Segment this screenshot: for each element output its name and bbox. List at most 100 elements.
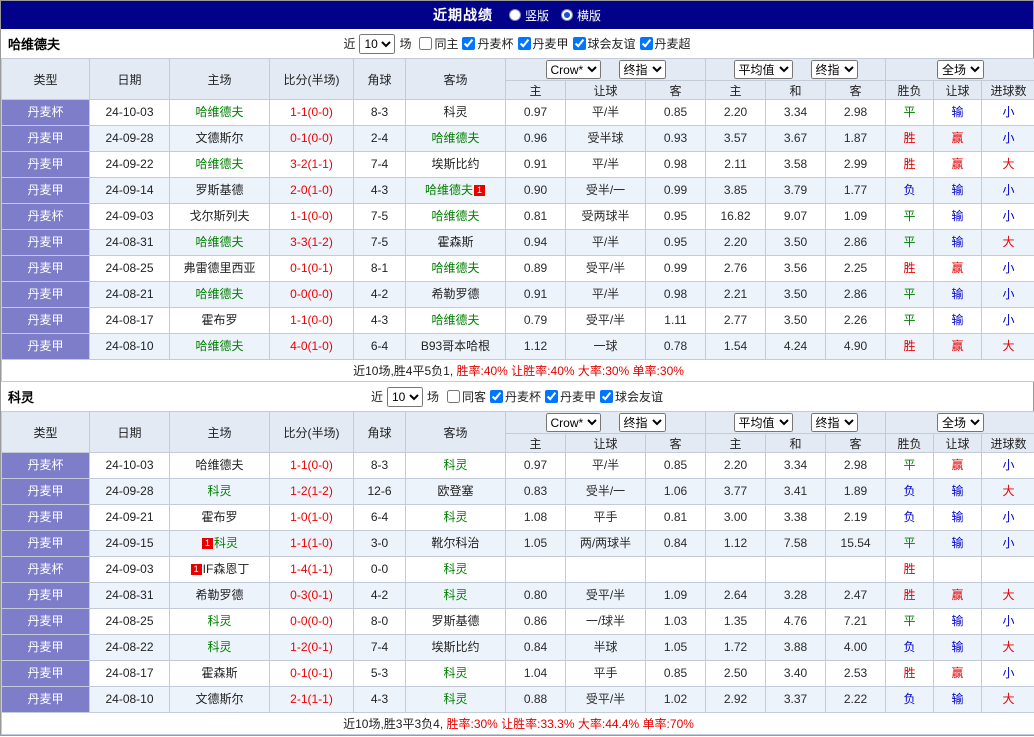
filter-checkbox-input[interactable] [572, 36, 586, 50]
away-team-cell: 靴尔科治 [405, 530, 506, 557]
avg-home-odds-cell: 1.12 [705, 530, 767, 557]
asian-away-odds-cell: 0.84 [644, 530, 707, 557]
filter-checkbox[interactable]: 丹麦杯 [462, 35, 514, 52]
avg-home-odds-cell: 2.11 [705, 151, 767, 178]
match-count-select[interactable]: 10 [386, 386, 423, 407]
team-link: 科灵 [443, 458, 468, 472]
view-option-vertical[interactable]: 竖版 [508, 7, 549, 24]
match-type-cell: 丹麦甲 [1, 151, 90, 178]
corner-cell: 4-3 [353, 307, 406, 334]
filter-checkbox-input[interactable] [545, 389, 559, 403]
subcol-avg-away: 客 [825, 80, 887, 100]
match-count-select[interactable]: 10 [359, 33, 396, 54]
date-cell: 24-08-17 [89, 307, 170, 334]
asian-away-odds-cell: 0.98 [644, 281, 707, 308]
filter-checkbox[interactable]: 丹麦超 [639, 35, 691, 52]
handicap-result-cell: 赢 [933, 151, 983, 178]
asian-stage-select[interactable]: 终指 [618, 60, 666, 79]
avg-draw-odds-cell: 4.76 [765, 608, 827, 635]
filter-checkbox[interactable]: 丹麦杯 [490, 388, 541, 405]
average-select[interactable]: 平均值 [733, 413, 793, 432]
result-cell: 负 [885, 634, 935, 661]
filter-checkbox[interactable]: 球会友谊 [572, 35, 636, 52]
avg-draw-odds-cell: 3.40 [765, 660, 827, 687]
away-team-cell: 霍森斯 [405, 229, 506, 256]
team-link: 科灵 [207, 614, 232, 628]
asian-away-odds-cell: 0.99 [644, 177, 707, 204]
filter-checkbox-input[interactable] [446, 389, 460, 403]
filter-checkbox[interactable]: 丹麦甲 [517, 35, 569, 52]
euro-stage-select[interactable]: 终指 [810, 413, 858, 432]
filter-checkbox-input[interactable] [600, 389, 614, 403]
asian-away-odds-cell: 1.03 [644, 608, 707, 635]
filter-checkbox[interactable]: 同客 [446, 388, 486, 405]
view-option-label: 竖版 [524, 8, 549, 23]
home-team-cell: 罗斯基德 [169, 177, 270, 204]
result-cell: 平 [885, 530, 935, 557]
average-select[interactable]: 平均值 [733, 60, 793, 79]
results-table: 类型 日期 主场 比分(半场) 角球 客场 Crow*终指 平均值终指 全场 [0, 58, 1034, 382]
score-cell: 1-1(0-0) [269, 307, 354, 334]
date-cell: 24-08-21 [89, 281, 170, 308]
asian-home-odds-cell: 0.97 [505, 452, 566, 479]
asian-stage-select[interactable]: 终指 [618, 413, 666, 432]
asian-away-odds-cell: 0.85 [644, 660, 707, 687]
avg-draw-odds-cell: 4.24 [765, 333, 827, 360]
away-team-cell: 埃斯比约 [405, 151, 506, 178]
match-row: 丹麦甲 24-08-17 霍森斯 0-1(0-1) 5-3 科灵 1.04 平手 0.85 2.5… [1, 660, 1034, 687]
away-team-cell: 哈维德夫 1 [405, 177, 506, 204]
filter-checkbox-input[interactable] [462, 36, 476, 50]
near-label: 近 [343, 37, 356, 51]
match-type-cell: 丹麦甲 [1, 634, 90, 661]
asian-away-odds-cell: 0.95 [644, 229, 707, 256]
avg-away-odds-cell: 7.21 [825, 608, 887, 635]
team-link: 哈维德夫 [424, 183, 473, 197]
corner-cell: 8-3 [353, 99, 406, 126]
team-link: 罗斯基德 [195, 183, 244, 197]
filter-checkbox-input[interactable] [639, 36, 653, 50]
date-cell: 24-08-10 [89, 686, 170, 713]
view-option-horizontal[interactable]: 横版 [561, 7, 601, 24]
filter-checkbox[interactable]: 丹麦甲 [545, 388, 596, 405]
asian-home-odds-cell: 0.83 [505, 478, 566, 505]
match-row: 丹麦甲 24-09-21 霍布罗 1-0(1-0) 6-4 科灵 1.08 平手 0.81 3.0… [1, 504, 1034, 531]
away-team-cell: B93哥本哈根 [405, 333, 506, 360]
avg-home-odds-cell: 2.77 [705, 307, 767, 334]
goals-result-cell: 小 [981, 281, 1034, 308]
score-cell: 0-1(0-0) [269, 125, 354, 152]
section-header: 科灵 近 10 场 同客 丹麦杯 丹麦甲 球会友谊 [1, 382, 1033, 411]
col-score: 比分(半场) [269, 58, 354, 100]
filter-checkbox-input[interactable] [419, 36, 433, 50]
euro-stage-select[interactable]: 终指 [810, 60, 858, 79]
bookmaker-select[interactable]: Crow* [545, 60, 601, 79]
bookmaker-select[interactable]: Crow* [545, 413, 601, 432]
filter-checkbox[interactable]: 同主 [419, 35, 458, 52]
handicap-result-cell: 输 [933, 608, 983, 635]
asian-handicap-cell: 平/半 [565, 99, 646, 126]
away-team-cell: 科灵 [405, 452, 506, 479]
scope-select[interactable]: 全场 [937, 413, 985, 432]
scope-select[interactable]: 全场 [937, 60, 985, 79]
asian-handicap-cell: 受半球 [565, 125, 646, 152]
match-row: 丹麦甲 24-09-28 科灵 1-2(1-2) 12-6 欧登塞 0.83 受半/一 1.06… [1, 478, 1034, 505]
filter-checkbox-label: 同客 [461, 389, 486, 404]
match-type-cell: 丹麦甲 [1, 333, 90, 360]
corner-cell: 7-4 [353, 151, 406, 178]
score-cell: 1-1(0-0) [269, 452, 354, 479]
date-cell: 24-09-14 [89, 177, 170, 204]
col-away: 客场 [405, 411, 506, 453]
score-cell: 0-1(0-1) [269, 660, 354, 687]
asian-away-odds-cell: 0.99 [644, 255, 707, 282]
home-team-cell: 哈维德夫 [169, 229, 270, 256]
corner-cell: 2-4 [353, 125, 406, 152]
handicap-result-cell: 赢 [933, 255, 983, 282]
avg-away-odds-cell: 2.26 [825, 307, 887, 334]
filter-checkbox[interactable]: 球会友谊 [600, 388, 663, 405]
handicap-result-cell: 输 [933, 686, 983, 713]
handicap-result-cell: 输 [933, 530, 983, 557]
filter-checkbox-input[interactable] [517, 36, 531, 50]
avg-draw-odds-cell: 3.34 [765, 452, 827, 479]
filter-checkbox-input[interactable] [490, 389, 503, 403]
subcol-avg-draw: 和 [765, 433, 827, 453]
match-type-cell: 丹麦甲 [1, 660, 90, 687]
